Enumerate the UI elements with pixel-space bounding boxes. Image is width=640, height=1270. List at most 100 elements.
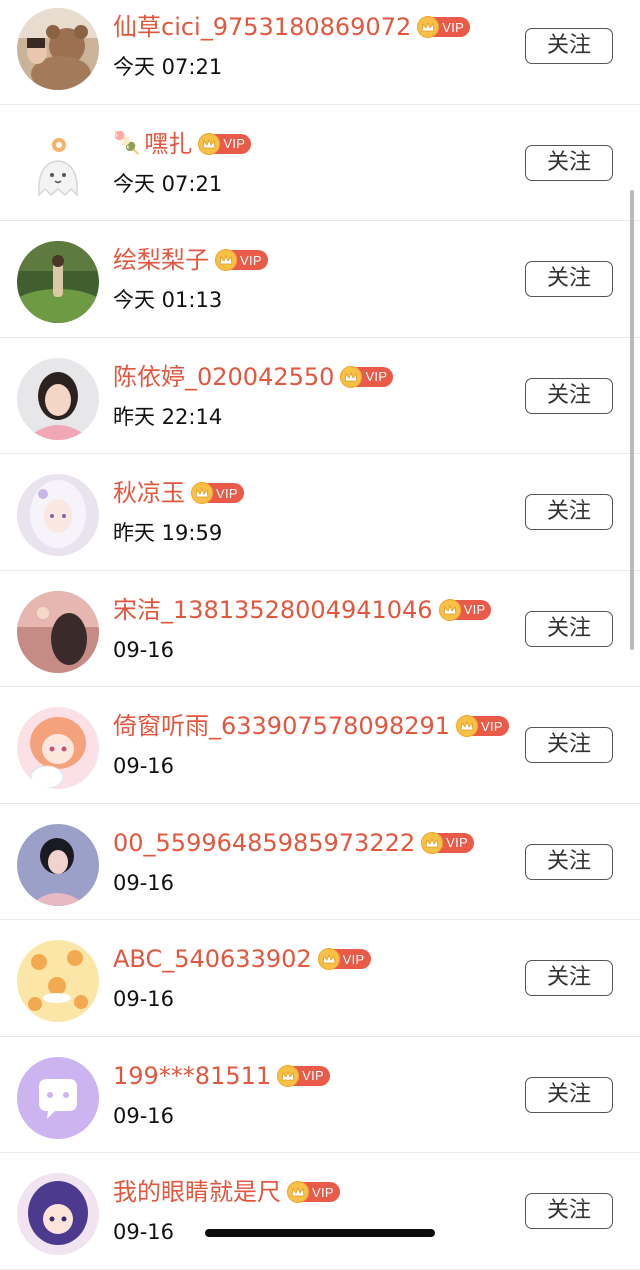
follow-button[interactable]: 关注 xyxy=(525,494,613,530)
avatar[interactable] xyxy=(17,8,99,90)
girl-in-meadow-photo-icon xyxy=(17,241,99,323)
avatar[interactable] xyxy=(17,1173,99,1255)
user-name[interactable]: 仙草cici_9753180869072 xyxy=(113,12,411,42)
dango-emoji: 🍡 xyxy=(113,131,141,156)
follow-button[interactable]: 关注 xyxy=(525,727,613,763)
girl-portrait-photo-icon xyxy=(17,357,99,440)
user-name-line: 仙草cici_9753180869072 VIP xyxy=(113,12,471,42)
crown-icon xyxy=(340,365,363,388)
user-name-line: 绘梨梨子 VIP xyxy=(113,245,268,275)
vip-label: VIP xyxy=(463,602,486,617)
vip-badge: VIP xyxy=(340,365,394,388)
vip-badge: VIP xyxy=(456,715,509,737)
follow-time: 今天 07:21 xyxy=(113,171,223,196)
user-name-line: 🍡 嘿扎 VIP xyxy=(113,129,252,159)
list-item[interactable]: 我的眼睛就是尺 VIP 09-16 关注 xyxy=(0,1153,640,1270)
user-name-line: 秋凉玉 VIP xyxy=(113,478,244,508)
avatar[interactable] xyxy=(17,357,99,440)
list-item[interactable]: 绘梨梨子 VIP 今天 01:13 关注 xyxy=(0,221,640,338)
list-item[interactable]: 宋洁_13813528004941046 VIP 09-16 关注 xyxy=(0,571,640,687)
anime-girl-white-hair-icon xyxy=(17,474,99,556)
vip-label: VIP xyxy=(342,951,365,967)
vip-label: VIP xyxy=(240,252,262,268)
user-name[interactable]: 199***81511 xyxy=(113,1061,271,1091)
cartoon-ghost-sun-icon xyxy=(17,124,99,207)
follow-time: 09-16 xyxy=(113,987,175,1011)
user-name[interactable]: ABC_540633902 xyxy=(113,944,312,974)
user-name[interactable]: 倚窗听雨_633907578098291 xyxy=(113,711,450,741)
vip-label: VIP xyxy=(446,835,468,850)
vip-badge: VIP xyxy=(421,831,474,854)
user-name[interactable]: 嘿扎 xyxy=(144,129,192,159)
user-name[interactable]: 秋凉玉 xyxy=(113,478,185,508)
vip-label: VIP xyxy=(223,136,246,151)
follow-time: 昨天 22:14 xyxy=(113,404,223,429)
follow-time: 09-16 xyxy=(113,1103,175,1128)
follow-time: 今天 07:21 xyxy=(113,55,223,79)
avatar[interactable] xyxy=(17,590,99,673)
vip-badge: VIP xyxy=(198,132,252,155)
follow-time: 今天 01:13 xyxy=(113,288,223,312)
list-item[interactable]: 🍡 嘿扎 VIP 今天 07:21 关注 xyxy=(0,105,640,221)
user-name-line: ABC_540633902 VIP xyxy=(113,944,371,974)
avatar[interactable] xyxy=(17,474,99,556)
list-item[interactable]: 仙草cici_9753180869072 VIP 今天 07:21 关注 xyxy=(0,0,640,105)
follow-button[interactable]: 关注 xyxy=(525,261,613,297)
user-name-line: 我的眼睛就是尺 VIP xyxy=(113,1177,340,1207)
user-name[interactable]: 我的眼睛就是尺 xyxy=(113,1177,281,1207)
list-item[interactable]: 199***81511 VIP 09-16 关注 xyxy=(0,1037,640,1153)
crown-icon xyxy=(287,1181,309,1203)
anime-girl-purple-hair-icon xyxy=(17,1173,99,1255)
user-name[interactable]: 陈依婷_020042550 xyxy=(113,362,334,392)
follow-time: 09-16 xyxy=(113,1220,175,1244)
follow-button[interactable]: 关注 xyxy=(525,1076,613,1113)
avatar[interactable] xyxy=(17,940,99,1022)
follow-button[interactable]: 关注 xyxy=(525,377,613,414)
short-hair-woman-photo-icon xyxy=(17,823,99,906)
list-item[interactable]: ABC_540633902 VIP 09-16 关注 xyxy=(0,920,640,1037)
scrollbar[interactable] xyxy=(630,190,634,650)
crown-icon xyxy=(456,715,479,737)
crown-icon xyxy=(277,1064,300,1087)
crown-icon xyxy=(421,831,444,854)
follow-button[interactable]: 关注 xyxy=(525,843,613,880)
avatar[interactable] xyxy=(17,823,99,906)
user-name-line: 00_55996485985973222 VIP xyxy=(113,828,474,858)
user-name[interactable]: 绘梨梨子 xyxy=(113,245,209,275)
list-item[interactable]: 秋凉玉 VIP 昨天 19:59 关注 xyxy=(0,454,640,571)
avatar[interactable] xyxy=(17,707,99,789)
vip-badge: VIP xyxy=(215,249,268,271)
vip-label: VIP xyxy=(481,718,503,734)
follow-button[interactable]: 关注 xyxy=(525,610,613,647)
home-indicator[interactable] xyxy=(205,1229,435,1237)
vip-label: VIP xyxy=(312,1184,334,1200)
follow-time: 09-16 xyxy=(113,637,175,662)
vip-badge: VIP xyxy=(417,16,471,38)
list-item[interactable]: 00_55996485985973222 VIP 09-16 关注 xyxy=(0,804,640,920)
vip-badge: VIP xyxy=(277,1064,331,1087)
follow-button[interactable]: 关注 xyxy=(525,144,613,181)
avatar[interactable] xyxy=(17,124,99,207)
follow-time: 昨天 19:59 xyxy=(113,521,223,545)
avatar[interactable] xyxy=(17,241,99,323)
vip-label: VIP xyxy=(302,1068,325,1083)
user-name-line: 陈依婷_020042550 VIP xyxy=(113,362,394,392)
follow-button[interactable]: 关注 xyxy=(525,1193,613,1229)
user-name-line: 199***81511 VIP xyxy=(113,1061,331,1091)
list-item[interactable]: 陈依婷_020042550 VIP 昨天 22:14 关注 xyxy=(0,338,640,454)
follow-time: 09-16 xyxy=(113,870,175,895)
list-item[interactable]: 倚窗听雨_633907578098291 VIP 09-16 关注 xyxy=(0,687,640,804)
user-name-line: 倚窗听雨_633907578098291 VIP xyxy=(113,711,509,741)
user-name[interactable]: 宋洁_13813528004941046 xyxy=(113,595,433,625)
user-name-line: 宋洁_13813528004941046 VIP xyxy=(113,595,492,625)
avatar[interactable] xyxy=(17,1056,99,1139)
crown-icon xyxy=(417,16,440,38)
cartoon-pattern-icon xyxy=(17,940,99,1022)
girl-sunset-photo-icon xyxy=(17,590,99,673)
vip-label: VIP xyxy=(442,19,465,35)
follow-time: 09-16 xyxy=(113,754,175,778)
follow-button[interactable]: 关注 xyxy=(525,28,613,64)
follow-button[interactable]: 关注 xyxy=(525,960,613,996)
crown-icon xyxy=(438,598,461,621)
user-name[interactable]: 00_55996485985973222 xyxy=(113,828,415,858)
